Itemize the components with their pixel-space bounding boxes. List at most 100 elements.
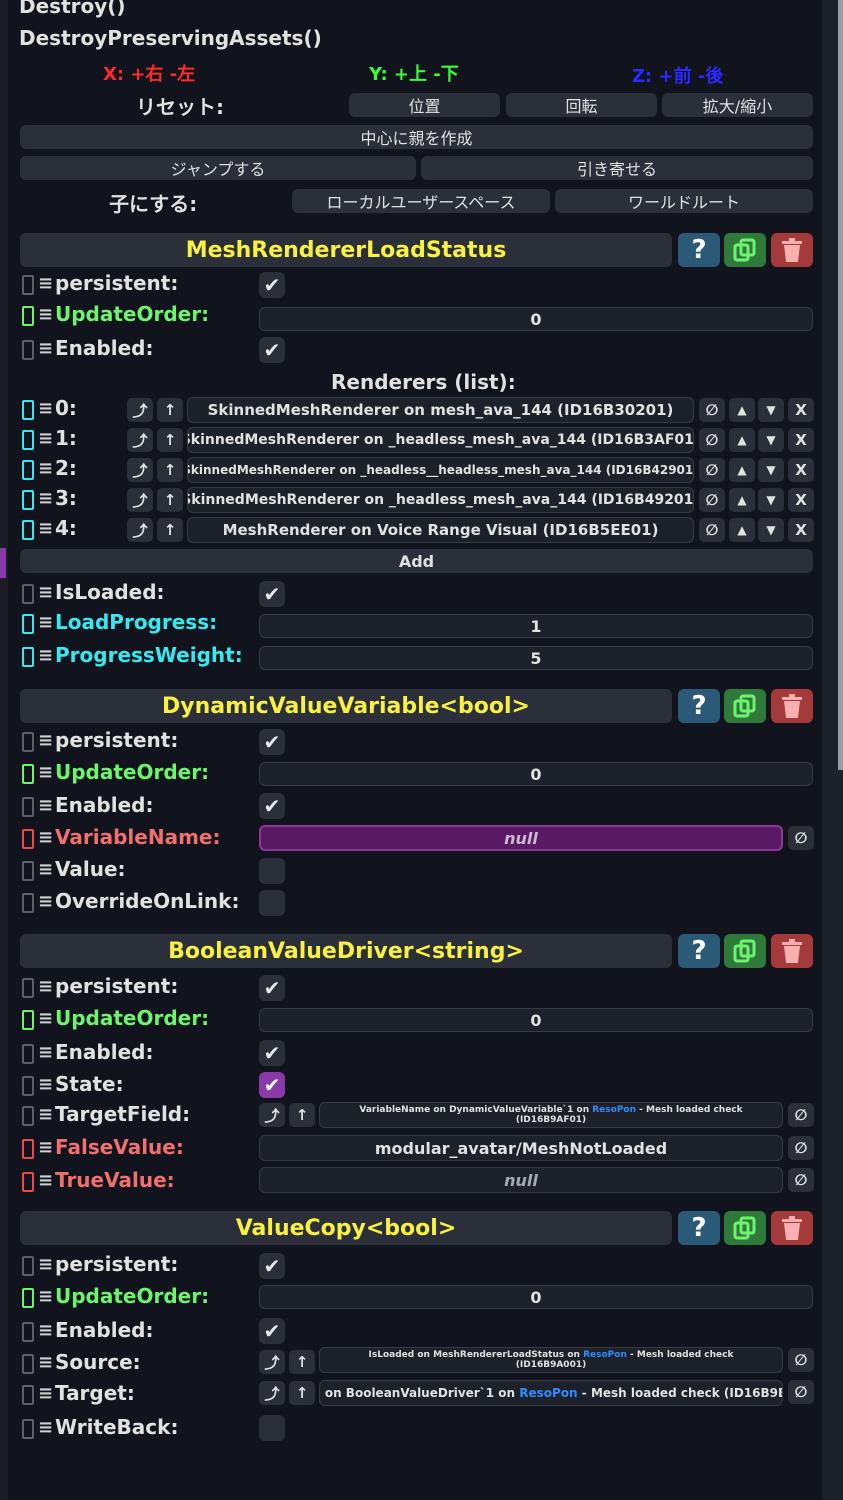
persistent-checkbox[interactable]: ✔ xyxy=(259,1253,285,1279)
move-up-icon[interactable]: ▲ xyxy=(729,458,755,482)
persistent-checkbox[interactable]: ✔ xyxy=(259,729,285,755)
is-loaded-checkbox[interactable]: ✔ xyxy=(259,581,285,607)
brand-link[interactable]: ResoPon xyxy=(583,1350,627,1360)
up-arrow-icon[interactable]: ↑ xyxy=(289,1103,315,1127)
null-icon[interactable]: ∅ xyxy=(788,1103,814,1127)
add-renderer-button[interactable]: Add xyxy=(20,549,813,573)
drag-icon[interactable]: ≡ xyxy=(38,1320,53,1341)
trash-icon[interactable] xyxy=(771,1211,813,1245)
enabled-checkbox[interactable]: ✔ xyxy=(259,337,285,363)
variable-name-field[interactable]: null xyxy=(259,825,783,851)
field-handle[interactable] xyxy=(22,306,34,326)
reset-scale-button[interactable]: 拡大/縮小 xyxy=(662,93,813,117)
null-icon[interactable]: ∅ xyxy=(788,1348,814,1372)
null-icon[interactable]: ∅ xyxy=(788,1136,814,1160)
trash-icon[interactable] xyxy=(771,689,813,723)
null-icon[interactable]: ∅ xyxy=(699,428,725,452)
field-handle[interactable] xyxy=(22,1044,34,1064)
field-handle[interactable] xyxy=(22,797,34,817)
update-order-field[interactable]: 0 xyxy=(259,1008,813,1032)
null-icon[interactable]: ∅ xyxy=(699,458,725,482)
move-down-icon[interactable]: ▼ xyxy=(758,428,784,452)
help-icon[interactable]: ? xyxy=(678,1211,720,1245)
remove-item-icon[interactable]: X xyxy=(788,488,814,512)
drag-icon[interactable]: ≡ xyxy=(38,976,53,997)
move-up-icon[interactable]: ▲ xyxy=(729,518,755,542)
component-header-dynamic-value-variable[interactable]: DynamicValueVariable<bool> xyxy=(20,689,672,723)
drag-icon[interactable]: ≡ xyxy=(38,304,53,325)
field-handle[interactable] xyxy=(22,829,34,849)
drag-icon[interactable]: ≡ xyxy=(38,645,53,666)
drag-icon[interactable]: ≡ xyxy=(38,859,53,880)
null-icon[interactable]: ∅ xyxy=(788,1380,814,1404)
drag-icon[interactable]: ≡ xyxy=(38,582,53,603)
trash-icon[interactable] xyxy=(771,934,813,968)
remove-item-icon[interactable]: X xyxy=(788,458,814,482)
null-icon[interactable]: ∅ xyxy=(699,398,725,422)
field-handle[interactable] xyxy=(22,584,34,604)
override-on-link-checkbox[interactable] xyxy=(259,890,285,916)
field-handle[interactable] xyxy=(22,340,34,360)
field-handle[interactable] xyxy=(22,490,34,510)
component-header-mesh-renderer-load-status[interactable]: MeshRendererLoadStatus xyxy=(20,233,672,267)
brand-link[interactable]: ResoPon xyxy=(519,1386,577,1400)
jump-to-reference-icon[interactable]: ⤴ xyxy=(127,458,153,482)
help-icon[interactable]: ? xyxy=(678,689,720,723)
help-icon[interactable]: ? xyxy=(678,934,720,968)
field-handle[interactable] xyxy=(22,1288,34,1308)
field-handle[interactable] xyxy=(22,1385,34,1405)
jump-to-reference-icon[interactable]: ⤴ xyxy=(127,488,153,512)
jump-to-reference-icon[interactable]: ⤴ xyxy=(127,428,153,452)
null-icon[interactable]: ∅ xyxy=(699,488,725,512)
field-handle[interactable] xyxy=(22,1419,34,1439)
drag-icon[interactable]: ≡ xyxy=(38,1104,53,1125)
field-handle[interactable] xyxy=(22,1010,34,1030)
component-header-boolean-value-driver[interactable]: BooleanValueDriver<string> xyxy=(20,934,672,968)
up-arrow-icon[interactable]: ↑ xyxy=(289,1350,315,1374)
drag-icon[interactable]: ≡ xyxy=(38,1074,53,1095)
load-progress-field[interactable]: 1 xyxy=(259,614,813,638)
write-back-checkbox[interactable] xyxy=(259,1415,285,1441)
move-up-icon[interactable]: ▲ xyxy=(729,428,755,452)
field-handle[interactable] xyxy=(22,1076,34,1096)
jump-to-reference-icon[interactable]: ⤴ xyxy=(127,398,153,422)
field-handle[interactable] xyxy=(22,893,34,913)
up-arrow-icon[interactable]: ↑ xyxy=(157,398,183,422)
scrollbar-thumb[interactable] xyxy=(838,0,843,770)
drag-icon[interactable]: ≡ xyxy=(38,795,53,816)
drag-icon[interactable]: ≡ xyxy=(38,1286,53,1307)
drag-icon[interactable]: ≡ xyxy=(38,273,53,294)
remove-item-icon[interactable]: X xyxy=(788,428,814,452)
parent-world-root-button[interactable]: ワールドルート xyxy=(555,189,813,213)
drag-icon[interactable]: ≡ xyxy=(38,827,53,848)
jump-to-button[interactable]: ジャンプする xyxy=(20,156,416,180)
move-up-icon[interactable]: ▲ xyxy=(729,488,755,512)
up-arrow-icon[interactable]: ↑ xyxy=(157,518,183,542)
renderer-reference-field[interactable]: SkinnedMeshRenderer on _headless_mesh_av… xyxy=(187,427,694,453)
persistent-checkbox[interactable]: ✔ xyxy=(259,272,285,298)
null-icon[interactable]: ∅ xyxy=(788,826,814,850)
move-down-icon[interactable]: ▼ xyxy=(758,398,784,422)
drag-icon[interactable]: ≡ xyxy=(38,338,53,359)
source-reference[interactable]: IsLoaded on MeshRendererLoadStatus on Re… xyxy=(319,1347,783,1373)
move-up-icon[interactable]: ▲ xyxy=(729,398,755,422)
destroy-button[interactable]: Destroy() xyxy=(19,0,126,18)
field-handle[interactable] xyxy=(22,520,34,540)
component-header-value-copy[interactable]: ValueCopy<bool> xyxy=(20,1211,672,1245)
up-arrow-icon[interactable]: ↑ xyxy=(157,458,183,482)
jump-to-reference-icon[interactable]: ⤴ xyxy=(259,1350,285,1374)
enabled-checkbox[interactable]: ✔ xyxy=(259,1040,285,1066)
progress-weight-field[interactable]: 5 xyxy=(259,646,813,670)
remove-item-icon[interactable]: X xyxy=(788,518,814,542)
drag-icon[interactable]: ≡ xyxy=(38,612,53,633)
duplicate-icon[interactable] xyxy=(724,934,766,968)
parent-local-user-space-button[interactable]: ローカルユーザースペース xyxy=(292,189,550,213)
field-handle[interactable] xyxy=(22,1139,34,1159)
enabled-checkbox[interactable]: ✔ xyxy=(259,793,285,819)
drag-icon[interactable]: ≡ xyxy=(38,1254,53,1275)
up-arrow-icon[interactable]: ↑ xyxy=(157,428,183,452)
drag-icon[interactable]: ≡ xyxy=(38,891,53,912)
null-icon[interactable]: ∅ xyxy=(699,518,725,542)
create-parent-at-center-button[interactable]: 中心に親を作成 xyxy=(20,125,813,149)
help-icon[interactable]: ? xyxy=(678,233,720,267)
